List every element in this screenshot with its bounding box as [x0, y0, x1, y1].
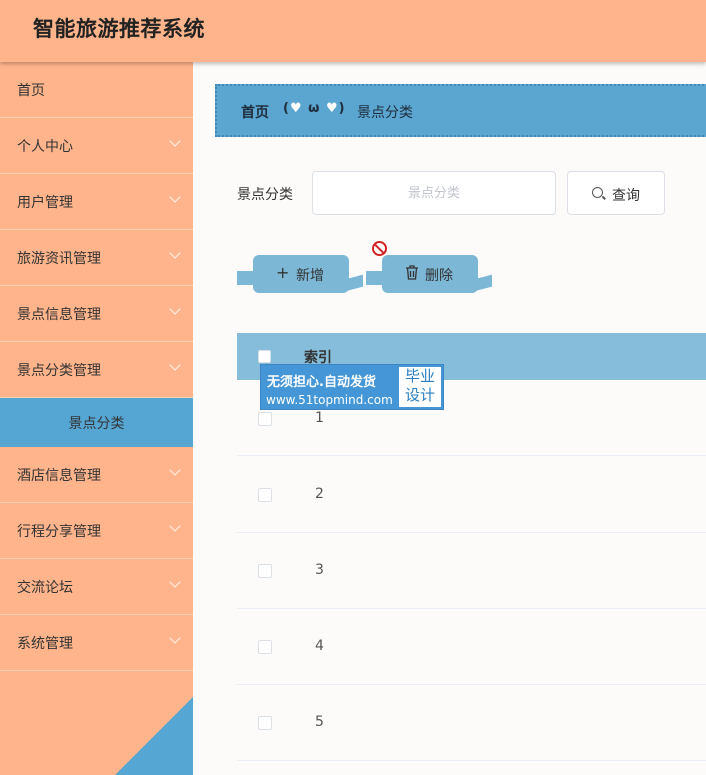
- heart-icon: ♥: [325, 101, 339, 116]
- not-allowed-cursor-icon: [372, 241, 387, 256]
- row-checkbox[interactable]: [258, 640, 272, 654]
- watermark-badge-top: 毕业: [404, 367, 435, 385]
- chevron-down-icon: [169, 464, 181, 476]
- table-row: 2: [237, 457, 706, 533]
- watermark-banner: 无须担心.自动发货 www.51topmind.com 毕业 设计: [260, 364, 444, 410]
- sidebar-item-travel-news[interactable]: 旅游资讯管理: [0, 230, 193, 286]
- watermark-badge: 毕业 设计: [397, 365, 443, 409]
- watermark-line1: 无须担心.自动发货: [267, 375, 376, 390]
- row-index: 5: [315, 714, 324, 730]
- chevron-down-icon: [169, 135, 181, 147]
- add-button-label: 新增: [296, 268, 324, 284]
- sidebar-item-label: 景点信息管理: [17, 307, 101, 323]
- chevron-down-icon: [169, 303, 181, 315]
- sidebar-item-label: 系统管理: [17, 636, 73, 652]
- row-index: 4: [315, 638, 324, 654]
- watermark-line2: www.51topmind.com: [266, 393, 393, 407]
- sidebar-item-hotel-info[interactable]: 酒店信息管理: [0, 447, 193, 503]
- chevron-down-icon: [169, 576, 181, 588]
- breadcrumb-separator: (♥ ω ♥): [283, 101, 346, 116]
- sidebar-item-attraction-info[interactable]: 景点信息管理: [0, 286, 193, 342]
- sidebar-item-forum[interactable]: 交流论坛: [0, 559, 193, 615]
- table-row: 5: [237, 685, 706, 761]
- row-checkbox[interactable]: [258, 564, 272, 578]
- sidebar-item-itinerary-share[interactable]: 行程分享管理: [0, 503, 193, 559]
- row-checkbox[interactable]: [258, 716, 272, 730]
- breadcrumb-current: 景点分类: [357, 105, 413, 121]
- query-button-label: 查询: [612, 188, 640, 204]
- search-icon: [592, 187, 603, 198]
- sidebar-corner-decoration: [115, 697, 193, 775]
- chevron-down-icon: [169, 247, 181, 259]
- delete-button[interactable]: 删除: [366, 255, 478, 293]
- chevron-down-icon: [169, 520, 181, 532]
- sidebar-subitem-label: 景点分类: [68, 416, 125, 432]
- sidebar-item-user-management[interactable]: 用户管理: [0, 174, 193, 230]
- search-input[interactable]: [312, 171, 556, 215]
- heart-icon: ♥: [289, 101, 303, 116]
- sidebar-item-personal-center[interactable]: 个人中心: [0, 118, 193, 174]
- chevron-down-icon: [169, 359, 181, 371]
- query-button[interactable]: 查询: [567, 171, 665, 215]
- row-checkbox[interactable]: [258, 488, 272, 502]
- sidebar-item-system-management[interactable]: 系统管理: [0, 615, 193, 671]
- row-checkbox[interactable]: [258, 412, 272, 426]
- row-index: 1: [315, 410, 324, 426]
- sidebar-subitem-attraction-category[interactable]: 景点分类: [0, 398, 193, 447]
- sidebar-item-label: 酒店信息管理: [17, 468, 101, 484]
- delete-button-label: 删除: [425, 268, 453, 284]
- app-title: 智能旅游推荐系统: [33, 17, 205, 41]
- plus-icon: +: [276, 263, 290, 282]
- sidebar-item-label: 交流论坛: [17, 580, 73, 596]
- row-index: 2: [315, 486, 324, 502]
- sidebar-item-label: 行程分享管理: [17, 524, 101, 540]
- watermark-badge-bottom: 设计: [404, 386, 435, 404]
- row-index: 3: [315, 562, 324, 578]
- sidebar-item-label: 首页: [17, 83, 45, 99]
- trash-icon: [405, 265, 419, 283]
- sidebar-item-label: 景点分类管理: [17, 363, 101, 379]
- sidebar-item-label: 旅游资讯管理: [17, 251, 101, 267]
- sidebar-item-attraction-category[interactable]: 景点分类管理: [0, 342, 193, 398]
- chevron-down-icon: [169, 632, 181, 644]
- breadcrumb: 首页 (♥ ω ♥) 景点分类: [215, 84, 706, 137]
- search-label: 景点分类: [237, 187, 293, 203]
- add-button[interactable]: + 新增: [237, 255, 349, 293]
- select-all-checkbox[interactable]: [258, 350, 271, 363]
- table-row: 3: [237, 533, 706, 609]
- sidebar-item-label: 个人中心: [17, 139, 73, 155]
- sidebar-item-label: 用户管理: [17, 195, 73, 211]
- sidebar: 首页 个人中心 用户管理 旅游资讯管理 景点信息管理 景点分类管理 景点分类 酒…: [0, 62, 193, 775]
- sidebar-item-home[interactable]: 首页: [0, 62, 193, 118]
- top-header: 智能旅游推荐系统: [0, 0, 706, 62]
- breadcrumb-home[interactable]: 首页: [241, 102, 269, 122]
- table-row: 4: [237, 609, 706, 685]
- chevron-down-icon: [169, 191, 181, 203]
